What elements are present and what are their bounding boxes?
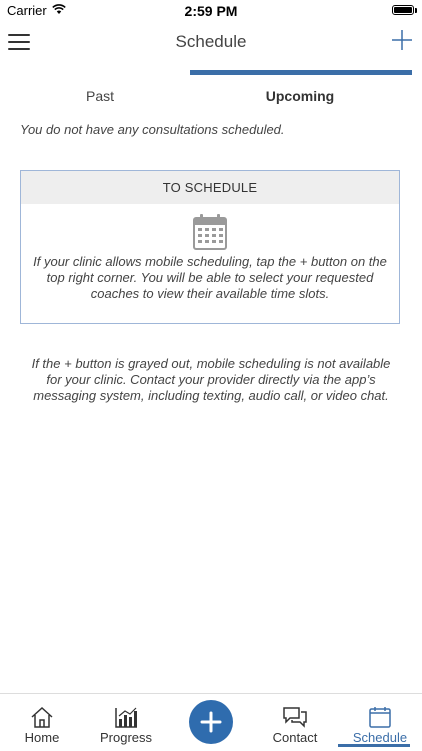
tab-bar-add-button[interactable]	[189, 700, 233, 744]
mobile-scheduling-note: If the + button is grayed out, mobile sc…	[31, 356, 391, 403]
tab-bar-progress[interactable]: Progress	[92, 694, 160, 751]
tab-upcoming[interactable]: Upcoming	[190, 88, 410, 104]
to-schedule-card: TO SCHEDULE If your clinic allows mobile…	[20, 170, 400, 324]
calendar-icon	[193, 214, 227, 250]
page-title: Schedule	[175, 32, 247, 51]
battery-icon	[392, 5, 414, 15]
calendar-icon	[369, 707, 391, 728]
active-tab-underline	[338, 744, 410, 747]
nav-bar: Schedule	[0, 22, 422, 62]
tab-bar-home-label: Home	[24, 730, 60, 745]
active-tab-indicator	[190, 70, 412, 75]
tab-bar-schedule-label: Schedule	[352, 730, 408, 745]
segment-tabs: Past Upcoming	[0, 70, 422, 110]
tab-bar-contact[interactable]: Contact	[262, 694, 328, 751]
status-time: 2:59 PM	[184, 3, 238, 19]
add-schedule-icon[interactable]	[390, 28, 414, 52]
plus-icon	[200, 711, 222, 733]
chat-icon	[283, 707, 307, 728]
tab-past[interactable]: Past	[0, 88, 200, 104]
tab-bar-home[interactable]: Home	[10, 694, 74, 751]
tab-bar-schedule[interactable]: Schedule	[338, 694, 422, 751]
status-bar: Carrier 2:59 PM	[0, 0, 422, 22]
home-icon	[31, 706, 53, 728]
empty-consultations-message: You do not have any consultations schedu…	[20, 122, 285, 137]
tab-bar-contact-label: Contact	[272, 730, 318, 745]
chart-icon	[115, 707, 137, 728]
card-instructions: If your clinic allows mobile scheduling,…	[33, 254, 387, 301]
battery-tip	[415, 8, 417, 13]
card-header: TO SCHEDULE	[21, 171, 399, 204]
tab-bar-progress-label: Progress	[99, 730, 153, 745]
